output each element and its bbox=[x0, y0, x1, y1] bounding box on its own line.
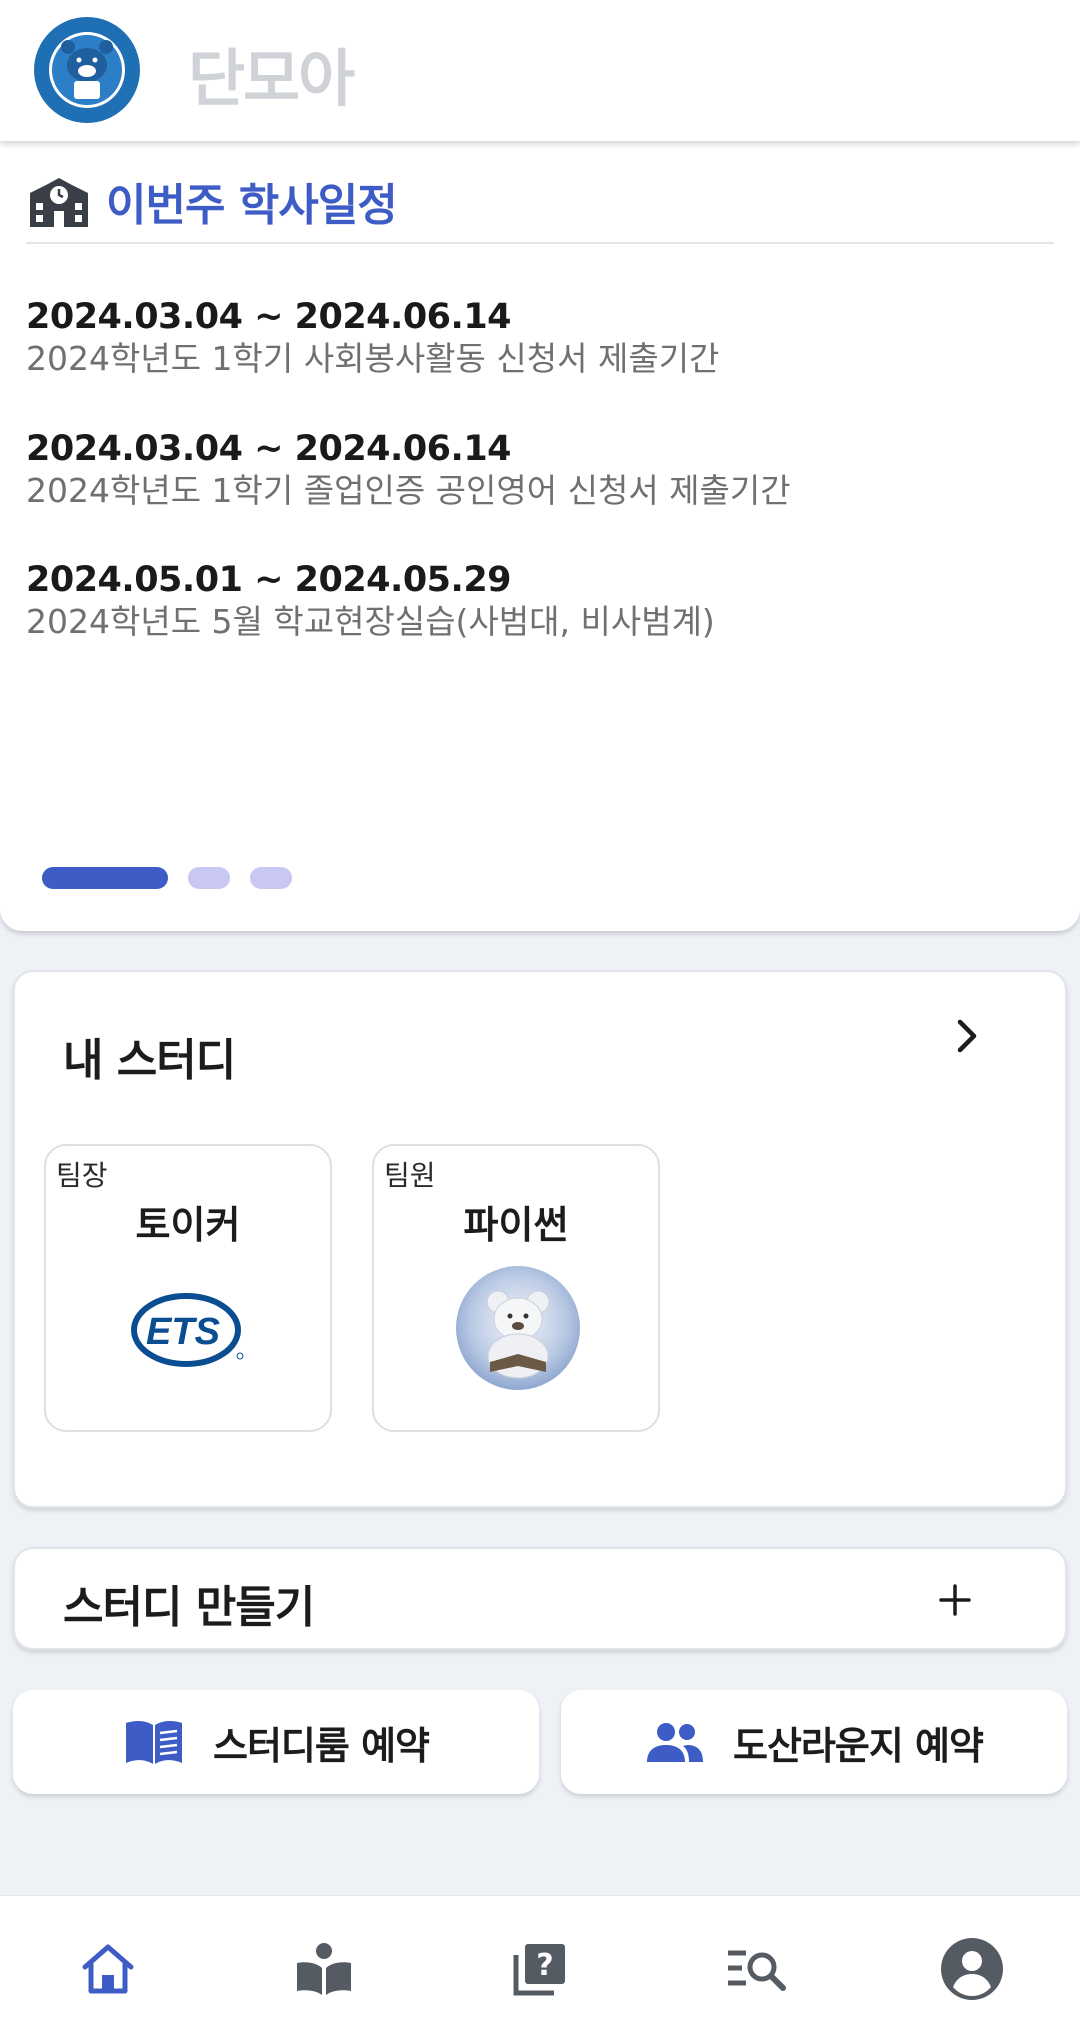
pager-dot[interactable] bbox=[250, 867, 292, 889]
open-book-icon bbox=[126, 1720, 182, 1764]
study-room-reservation-button[interactable]: 스터디룸 예약 bbox=[13, 1690, 539, 1794]
schedule-header: 이번주 학사일정 bbox=[26, 166, 1054, 236]
bottom-navigation: ? bbox=[0, 1895, 1080, 2042]
event-date: 2024.03.04 ~ 2024.06.14 bbox=[26, 429, 512, 469]
my-study-card: 내 스터디 팀장 토이커 ETS 팀원 파이썬 bbox=[13, 970, 1067, 1508]
create-study-button[interactable]: 스터디 만들기 bbox=[13, 1547, 1067, 1650]
event-date: 2024.05.01 ~ 2024.05.29 bbox=[26, 560, 512, 600]
chevron-right-icon[interactable] bbox=[947, 1016, 987, 1056]
dosan-lounge-reservation-label: 도산라운지 예약 bbox=[733, 1723, 984, 1768]
study-role: 팀원 bbox=[384, 1159, 436, 1192]
event-description: 2024학년도 5월 학교현장실습(사범대, 비사범계) bbox=[26, 602, 715, 641]
study-item[interactable]: 팀원 파이썬 bbox=[372, 1144, 660, 1432]
study-room-reservation-label: 스터디룸 예약 bbox=[213, 1723, 430, 1768]
create-study-label: 스터디 만들기 bbox=[63, 1582, 315, 1633]
search-list-icon bbox=[728, 1950, 786, 1991]
my-study-title: 내 스터디 bbox=[63, 1035, 236, 1086]
carousel-pager[interactable] bbox=[42, 867, 292, 889]
event-description: 2024학년도 1학기 사회봉사활동 신청서 제출기간 bbox=[26, 339, 720, 378]
profile-icon bbox=[941, 1938, 1003, 2000]
nav-study[interactable] bbox=[284, 1929, 364, 2009]
schedule-event: 2024.05.01 ~ 2024.05.29 2024학년도 5월 학교현장실… bbox=[26, 559, 1056, 643]
svg-text:ETS: ETS bbox=[146, 1311, 220, 1353]
dosan-lounge-reservation-button[interactable]: 도산라운지 예약 bbox=[561, 1690, 1067, 1794]
nav-home[interactable] bbox=[68, 1929, 148, 2009]
nav-profile[interactable] bbox=[932, 1929, 1012, 2009]
schedule-title: 이번주 학사일정 bbox=[106, 180, 398, 231]
study-item[interactable]: 팀장 토이커 ETS bbox=[44, 1144, 332, 1432]
people-icon bbox=[647, 1723, 704, 1762]
study-role: 팀장 bbox=[56, 1159, 108, 1192]
plus-icon bbox=[939, 1584, 971, 1616]
nav-search[interactable] bbox=[716, 1929, 796, 2009]
schedule-event: 2024.03.04 ~ 2024.06.14 2024학년도 1학기 졸업인증… bbox=[26, 428, 1056, 512]
pager-dot[interactable] bbox=[188, 867, 230, 889]
svg-text:?: ? bbox=[536, 1948, 553, 1983]
reading-person-icon bbox=[297, 1943, 351, 1995]
app-title: 단모아 bbox=[188, 42, 355, 115]
app-header: 단모아 bbox=[0, 0, 1080, 141]
nav-questions[interactable]: ? bbox=[500, 1929, 580, 2009]
study-name: 파이썬 bbox=[463, 1203, 569, 1247]
school-icon bbox=[30, 178, 88, 227]
university-logo[interactable] bbox=[32, 15, 142, 125]
ets-logo: ETS bbox=[131, 1293, 244, 1367]
schedule-event: 2024.03.04 ~ 2024.06.14 2024학년도 1학기 사회봉사… bbox=[26, 296, 1056, 380]
study-name: 토이커 bbox=[135, 1203, 241, 1247]
question-icon: ? bbox=[513, 1944, 565, 1996]
teddy-bear-thumbnail bbox=[456, 1266, 580, 1390]
home-icon bbox=[82, 1944, 134, 1994]
weekly-schedule-card[interactable]: 이번주 학사일정 2024.03.04 ~ 2024.06.14 2024학년도… bbox=[0, 141, 1080, 931]
event-description: 2024학년도 1학기 졸업인증 공인영어 신청서 제출기간 bbox=[26, 471, 791, 510]
divider bbox=[26, 242, 1054, 244]
pager-dot-active[interactable] bbox=[42, 867, 168, 889]
event-date: 2024.03.04 ~ 2024.06.14 bbox=[26, 297, 512, 337]
